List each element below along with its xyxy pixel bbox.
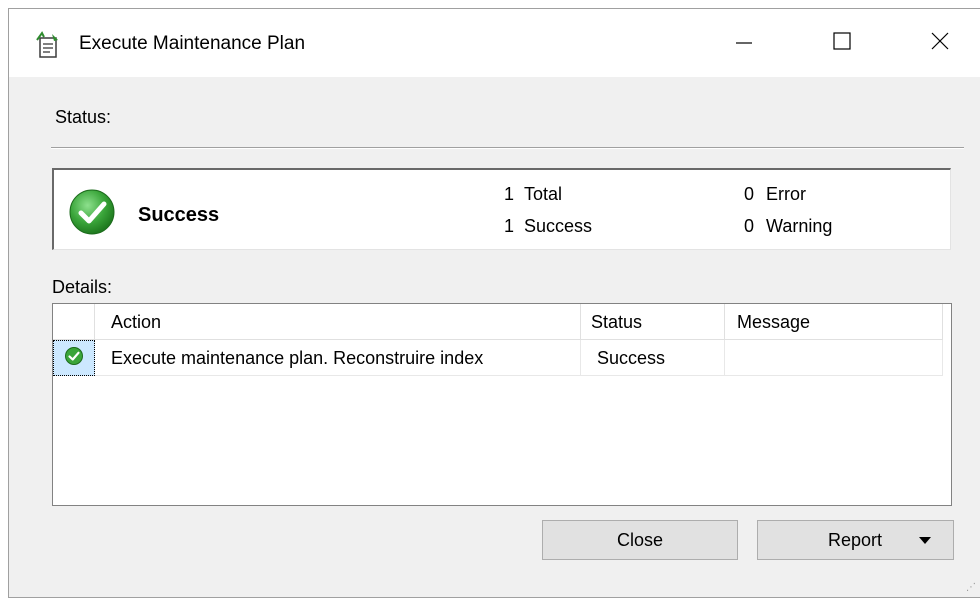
execute-maintenance-plan-window: Execute Maintenance Plan Status: Success… — [8, 8, 980, 598]
close-window-button[interactable] — [897, 9, 980, 77]
report-button-label: Report — [828, 530, 883, 550]
close-button[interactable]: Close — [542, 520, 738, 560]
success-label: Success — [524, 216, 593, 236]
maintenance-plan-icon — [35, 31, 61, 59]
title-bar[interactable]: Execute Maintenance Plan — [9, 9, 980, 77]
separator — [51, 147, 964, 149]
success-count: 1 — [504, 216, 515, 236]
total-count: 1 — [504, 184, 515, 204]
table-row-message[interactable] — [725, 340, 943, 376]
total-label: Total — [524, 184, 563, 204]
table-row-action[interactable]: Execute maintenance plan. Reconstruire i… — [95, 340, 581, 376]
warning-count: 0 — [744, 216, 755, 236]
result-status-text: Success — [138, 204, 220, 226]
table-row-status[interactable]: Success — [581, 340, 725, 376]
resize-grip-icon[interactable]: ⋰ — [966, 582, 976, 593]
close-icon — [930, 31, 950, 56]
row-success-icon — [64, 346, 84, 371]
maximize-icon — [832, 31, 852, 56]
table-row-icon-cell[interactable] — [53, 340, 95, 376]
details-grid[interactable]: Action Status Message Execute maintenanc… — [52, 303, 952, 506]
success-check-icon — [68, 188, 116, 236]
status-summary-panel: Success 1 Total 1 Success 0 Error 0 Warn… — [52, 168, 951, 250]
column-header-message[interactable]: Message — [725, 304, 943, 340]
error-count: 0 — [744, 184, 755, 204]
details-label: Details: — [52, 277, 113, 297]
window-title: Execute Maintenance Plan — [79, 33, 306, 54]
maximize-button[interactable] — [799, 9, 885, 77]
dropdown-arrow-icon — [918, 529, 932, 556]
report-button[interactable]: Report — [757, 520, 954, 560]
warning-label: Warning — [766, 216, 833, 236]
error-label: Error — [766, 184, 806, 204]
status-label: Status: — [55, 107, 112, 127]
column-header-icon[interactable] — [53, 304, 95, 340]
column-header-action[interactable]: Action — [95, 304, 581, 340]
minimize-icon — [734, 31, 754, 56]
column-header-status[interactable]: Status — [581, 304, 725, 340]
minimize-button[interactable] — [701, 9, 787, 77]
